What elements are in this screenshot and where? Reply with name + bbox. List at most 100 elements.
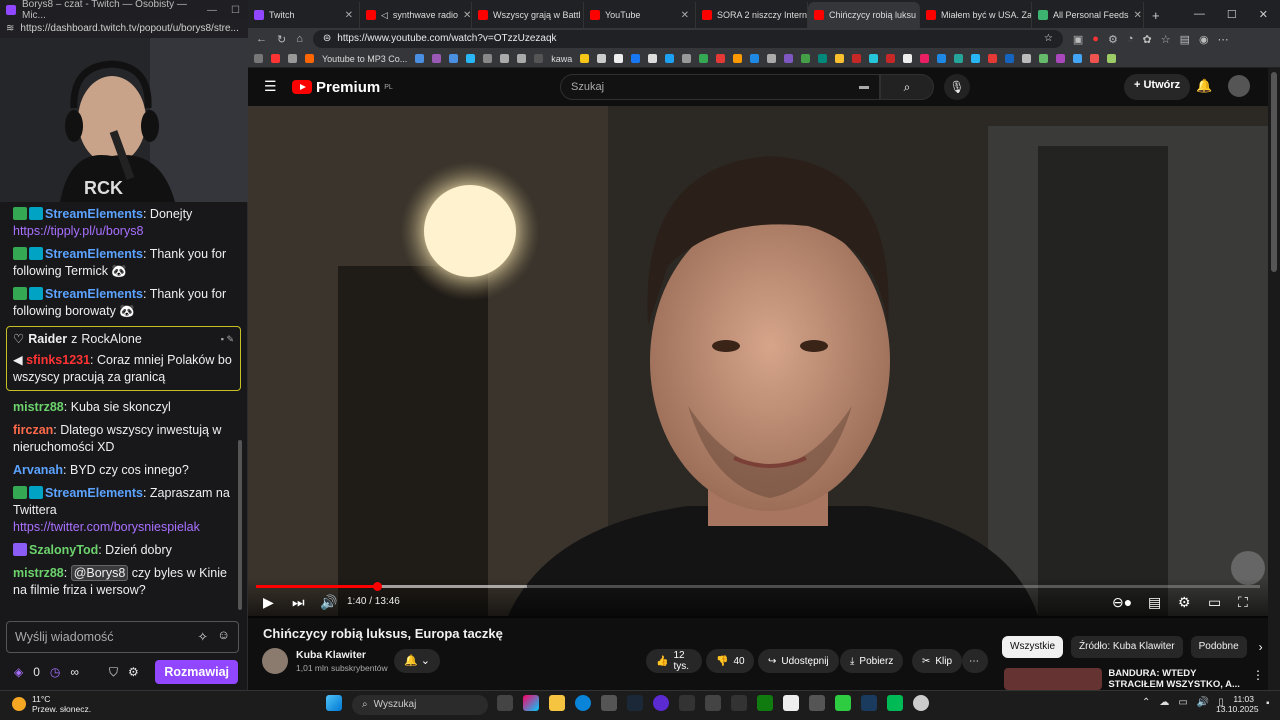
chat-username[interactable]: StreamElements <box>45 207 143 221</box>
maximize-icon[interactable]: ☐ <box>231 5 240 16</box>
bookmark-label[interactable]: Youtube to MP3 Co... <box>322 54 407 64</box>
more-actions-button[interactable]: ⋯ <box>962 649 988 673</box>
chat-username[interactable]: Arvanah <box>13 463 63 477</box>
bits-icon[interactable]: ✧ <box>198 629 208 644</box>
shield-icon[interactable]: ⛉ <box>109 665 118 680</box>
related-video[interactable]: BANDURA: WTEDY STRACIŁEM WSZYSTKO, A... … <box>1004 668 1264 690</box>
reload-icon[interactable]: ↻ <box>277 33 286 46</box>
network-icon[interactable]: ▭ <box>1178 697 1187 708</box>
bookmark-icon[interactable] <box>449 54 459 63</box>
favorites-icon[interactable]: ☆ <box>1161 33 1171 46</box>
task-view-icon[interactable] <box>497 695 513 711</box>
browser-tab[interactable]: All Personal Feeds ✕ <box>1032 2 1144 28</box>
amazon-icon[interactable] <box>733 54 743 63</box>
volume-icon[interactable]: 🔊 <box>320 594 337 611</box>
bookmark-icon[interactable] <box>254 54 263 63</box>
youtube-icon[interactable] <box>271 54 280 63</box>
bookmark-icon[interactable] <box>1073 54 1083 63</box>
app-icon[interactable] <box>887 695 903 711</box>
notifications-icon[interactable]: ▪ <box>1266 698 1270 709</box>
maps-icon[interactable] <box>679 695 695 711</box>
pencil-icon[interactable]: ▪ ✎ <box>221 331 234 348</box>
chat-mention[interactable]: @Borys8 <box>70 565 129 581</box>
bookmark-icon[interactable] <box>580 54 590 63</box>
subtitles-icon[interactable]: ▤ <box>1148 594 1161 611</box>
extension-icon[interactable]: ▣ <box>1073 33 1083 46</box>
chat-username[interactable]: sfinks1231 <box>26 353 90 367</box>
scrollbar-thumb[interactable] <box>1271 72 1277 272</box>
new-tab-icon[interactable]: + <box>1144 2 1168 28</box>
like-button[interactable]: 👍 12 tys. <box>646 649 702 673</box>
avatar[interactable] <box>1228 75 1250 97</box>
bookmark-icon[interactable] <box>288 54 297 63</box>
browser-tab[interactable]: ◁ synthwave radio ✕ <box>360 2 472 28</box>
chip-all[interactable]: Wszystkie <box>1002 636 1063 658</box>
bookmark-icon[interactable] <box>835 54 845 63</box>
more-icon[interactable]: ⋯ <box>1218 33 1229 46</box>
chip-similar[interactable]: Podobne <box>1190 636 1247 658</box>
chat-username[interactable]: StreamElements <box>45 287 143 301</box>
extension-icon[interactable]: ◔ <box>1127 33 1134 46</box>
maximize-icon[interactable]: ☐ <box>1227 8 1237 22</box>
start-icon[interactable] <box>326 695 342 711</box>
cloud-icon[interactable]: ☁ <box>1159 697 1169 708</box>
bookmark-icon[interactable] <box>971 54 981 63</box>
next-icon[interactable]: ⏭ <box>292 594 305 611</box>
copilot-icon[interactable] <box>523 695 539 711</box>
chat-username[interactable]: SzalonyTod <box>29 543 98 557</box>
related-video-title[interactable]: BANDURA: WTEDY STRACIŁEM WSZYSTKO, A... <box>1108 668 1246 690</box>
chat-username[interactable]: mistrz88 <box>13 566 64 580</box>
bookmark-icon[interactable] <box>954 54 964 63</box>
bookmark-icon[interactable] <box>614 54 624 63</box>
xbox-icon[interactable] <box>757 695 773 711</box>
chat-input[interactable]: Wyślij wiadomość ✧ ☺ <box>6 621 239 653</box>
bookmark-icon[interactable] <box>483 54 493 63</box>
close-icon[interactable]: ✕ <box>1259 8 1268 22</box>
app-icon[interactable] <box>809 695 825 711</box>
close-tab-icon[interactable]: ✕ <box>681 10 689 21</box>
youtube-logo[interactable]: Premium PL <box>292 79 393 96</box>
clip-button[interactable]: ✂ Klip <box>912 649 963 673</box>
channel-points-icon[interactable]: ◈ <box>14 665 23 679</box>
collections-icon[interactable]: ▤ <box>1180 33 1190 46</box>
bookmark-icon[interactable] <box>784 54 794 63</box>
bookmark-icon[interactable] <box>1056 54 1066 63</box>
taskbar-clock[interactable]: 11:03 13.10.2025 <box>1216 694 1259 714</box>
close-tab-icon[interactable]: ✕ <box>345 10 353 21</box>
bookmark-icon[interactable] <box>801 54 811 63</box>
bookmark-icon[interactable] <box>852 54 862 63</box>
app-icon[interactable] <box>835 695 851 711</box>
browser-tab[interactable]: Wszyscy grają w Battl✕ <box>472 2 584 28</box>
notifications-bell-icon[interactable]: 🔔 <box>1196 78 1212 94</box>
chevron-up-icon[interactable]: ⌃ <box>1142 697 1150 708</box>
create-button[interactable]: + Utwórz <box>1124 74 1191 100</box>
chat-username[interactable]: firczan <box>13 423 53 437</box>
x-icon[interactable] <box>648 54 658 63</box>
keyboard-icon[interactable]: ▬ <box>859 81 869 92</box>
browser-tab[interactable]: YouTube ✕ <box>584 2 696 28</box>
bookmark-icon[interactable] <box>903 54 913 63</box>
chat-send-button[interactable]: Rozmawiaj <box>155 660 238 684</box>
back-icon[interactable]: ← <box>256 33 267 45</box>
messaging-icon[interactable] <box>783 695 799 711</box>
browser-tab-active[interactable]: Chińczycy robią luksu✕ <box>808 2 920 28</box>
fullscreen-icon[interactable]: ⛶ <box>1238 594 1248 611</box>
bookmark-label[interactable]: kawa <box>551 54 572 64</box>
file-explorer-icon[interactable] <box>549 695 565 711</box>
infinity-app-icon[interactable] <box>731 695 747 711</box>
extension-icon[interactable]: ✿ <box>1142 33 1151 46</box>
minimize-icon[interactable]: — <box>1194 8 1205 22</box>
share-button[interactable]: ↪ Udostępnij <box>758 649 839 673</box>
weather-widget[interactable]: 11°C Przew. słonecz. <box>12 694 91 714</box>
bookmark-icon[interactable] <box>432 54 442 63</box>
chip-source[interactable]: Źródło: Kuba Klawiter <box>1071 636 1183 658</box>
bookmark-icon[interactable] <box>1107 54 1117 63</box>
chat-username[interactable]: StreamElements <box>45 247 143 261</box>
extension-icon[interactable]: ● <box>1092 33 1099 46</box>
bookmark-icon[interactable] <box>869 54 879 63</box>
bookmark-icon[interactable] <box>517 54 527 63</box>
bookmark-icon[interactable] <box>597 54 607 63</box>
timer-icon[interactable]: ◷ <box>50 665 60 679</box>
bookmark-icon[interactable] <box>818 54 828 63</box>
play-icon[interactable]: ▶ <box>263 594 274 611</box>
